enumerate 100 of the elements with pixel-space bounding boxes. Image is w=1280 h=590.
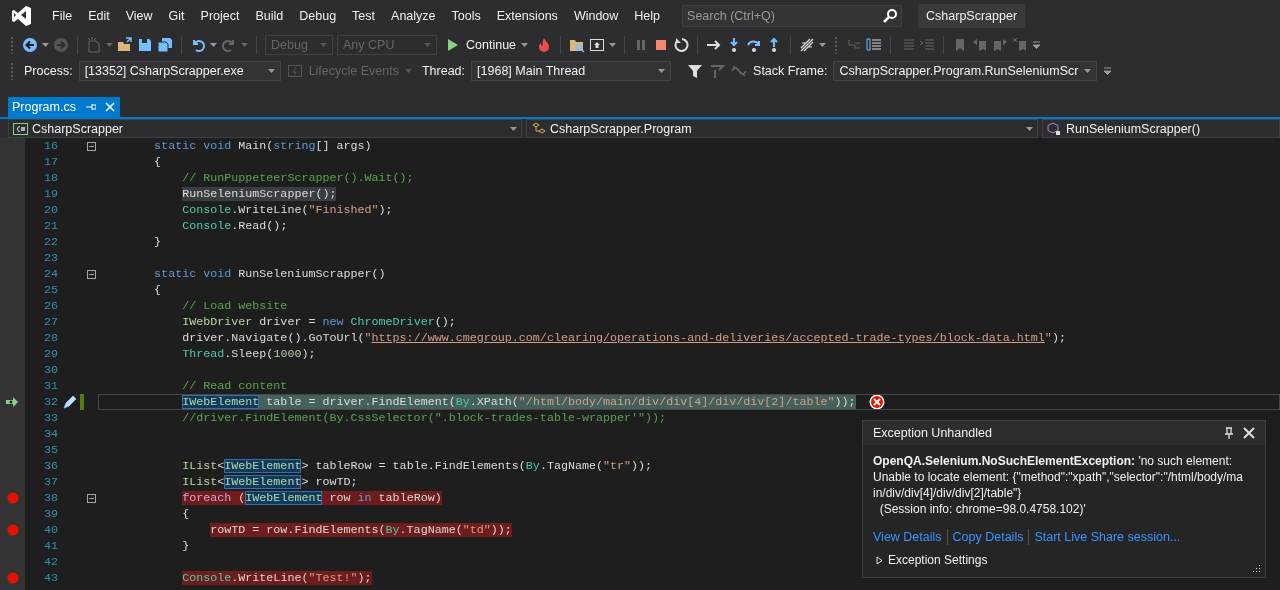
- class-icon: [531, 121, 546, 136]
- dropdown-caret-icon[interactable]: [210, 41, 217, 49]
- collapse-icon[interactable]: [86, 269, 96, 279]
- threads-icon[interactable]: [799, 37, 816, 53]
- code-line: // Read content: [181, 378, 288, 394]
- line-number: 33: [42, 411, 59, 425]
- restart-icon[interactable]: [673, 37, 690, 53]
- code-line: IList<IWebElement> rowTD;: [181, 474, 358, 490]
- process-label: Process:: [24, 64, 73, 78]
- dropdown-caret-icon[interactable]: [521, 41, 529, 49]
- process-dropdown[interactable]: [13352] CsharpScrapper.exe: [78, 61, 281, 81]
- clear-bookmarks-icon[interactable]: [1012, 37, 1029, 53]
- menu-item[interactable]: File: [44, 9, 81, 23]
- exception-settings-label[interactable]: Exception Settings: [888, 553, 988, 567]
- window-icon[interactable]: [589, 37, 606, 53]
- breakpoint-icon[interactable]: [6, 524, 19, 536]
- collapse-icon[interactable]: [86, 493, 96, 503]
- project-dropdown[interactable]: CsharpScrapper: [8, 119, 522, 138]
- popup-link[interactable]: Copy Details: [952, 530, 1024, 544]
- dropdown-caret-icon[interactable]: [819, 41, 827, 49]
- menu-item[interactable]: Help: [626, 9, 669, 23]
- line-number: 37: [42, 475, 59, 489]
- popup-link[interactable]: Start Live Share session...: [1034, 530, 1181, 544]
- dropdown-caret-icon[interactable]: [267, 67, 275, 75]
- type-dropdown[interactable]: CsharpScrapper.Program: [526, 119, 1038, 138]
- menu-item[interactable]: Extensions: [488, 9, 566, 23]
- error-icon[interactable]: [868, 394, 885, 410]
- line-number: 38: [42, 491, 59, 505]
- line-number: 34: [42, 427, 59, 441]
- menu-item[interactable]: Debug: [291, 9, 345, 23]
- undo-icon[interactable]: [190, 37, 206, 53]
- redo-icon[interactable]: [221, 37, 237, 53]
- stack-frame-dropdown[interactable]: CsharpScrapper.Program.RunSeleniumScr: [833, 61, 1098, 81]
- menu-item[interactable]: Build: [247, 9, 292, 23]
- dropdown-caret-icon[interactable]: [1026, 124, 1033, 133]
- solution-name: CsharpScrapper: [918, 4, 1026, 28]
- back-icon[interactable]: [22, 37, 38, 53]
- code-line: // Load website: [181, 298, 288, 314]
- csharp-project-icon: [13, 121, 28, 136]
- editor-tab[interactable]: Program.cs: [8, 97, 120, 117]
- resize-grip-icon[interactable]: [1250, 564, 1261, 573]
- menu-item[interactable]: Edit: [80, 9, 118, 23]
- dropdown-caret-icon[interactable]: [106, 41, 113, 49]
- dropdown-caret-icon[interactable]: [241, 41, 248, 49]
- next-bookmark-icon[interactable]: [992, 37, 1009, 53]
- menu-item[interactable]: Tools: [443, 9, 489, 23]
- popup-link[interactable]: View Details: [873, 530, 942, 544]
- collapse-icon[interactable]: [86, 141, 96, 151]
- dropdown-caret-icon[interactable]: [42, 41, 49, 49]
- breakpoint-icon[interactable]: [6, 492, 19, 504]
- dropdown-caret-icon[interactable]: [1084, 67, 1092, 75]
- line-number: 40: [42, 523, 59, 537]
- pin-icon[interactable]: [1223, 427, 1235, 439]
- menu-item[interactable]: Git: [160, 9, 193, 23]
- line-number: 22: [42, 235, 59, 249]
- step-over-icon[interactable]: [746, 37, 763, 53]
- menu-item[interactable]: Project: [192, 9, 248, 23]
- dropdown-caret-icon[interactable]: [609, 41, 617, 49]
- close-icon[interactable]: [1243, 427, 1255, 439]
- code-line: Console.WriteLine("Finished");: [181, 202, 393, 218]
- open-folder-icon[interactable]: [117, 37, 133, 53]
- line-number: 26: [42, 299, 59, 313]
- code-link[interactable]: https://www.cmegroup.com/clearing/operations-and-deliveries/accepted-trade-types/block-data.html: [371, 331, 1045, 345]
- line-number: 35: [42, 443, 59, 457]
- menu-item[interactable]: View: [117, 9, 161, 23]
- line-number: 39: [42, 507, 59, 521]
- line-number: 42: [42, 555, 59, 569]
- filter-icon[interactable]: [687, 63, 704, 79]
- dropdown-caret-icon[interactable]: [658, 67, 666, 75]
- list-icon[interactable]: [866, 37, 883, 53]
- search-field[interactable]: Search (Ctrl+Q): [682, 5, 903, 27]
- stack-frame-label: Stack Frame:: [753, 64, 828, 78]
- line-number: 43: [42, 571, 59, 585]
- code-line: {: [153, 282, 162, 298]
- popup-title: Exception Unhandled: [873, 426, 992, 440]
- save-all-icon[interactable]: [157, 37, 173, 53]
- thread-label: Thread:: [421, 64, 466, 78]
- overflow-icon[interactable]: [1032, 39, 1042, 51]
- overflow-icon[interactable]: [1103, 65, 1113, 77]
- line-number: 20: [42, 203, 59, 217]
- line-number: 36: [42, 459, 59, 473]
- expander-icon[interactable]: [875, 555, 884, 565]
- save-icon[interactable]: [137, 37, 153, 53]
- previous-bookmark-icon[interactable]: [972, 37, 989, 53]
- flag-icon[interactable]: [709, 63, 726, 79]
- continue-button[interactable]: Continue: [441, 35, 533, 55]
- new-item-icon[interactable]: [86, 37, 102, 53]
- member-dropdown[interactable]: RunSeleniumScrapper(): [1042, 119, 1280, 138]
- code-line: IList<IWebElement> tableRow = table.FindElements(By.TagName("tr"));: [181, 458, 653, 474]
- menu-item[interactable]: Window: [565, 9, 627, 23]
- line-number: 27: [42, 315, 59, 329]
- line-number: 32: [42, 395, 59, 409]
- dropdown-caret-icon[interactable]: [510, 124, 517, 133]
- thread-dropdown[interactable]: [1968] Main Thread: [471, 61, 672, 81]
- breakpoint-icon[interactable]: [6, 572, 19, 584]
- folder-search-icon[interactable]: [569, 37, 586, 53]
- close-icon[interactable]: [103, 101, 116, 113]
- menu-item[interactable]: Analyze: [383, 9, 444, 23]
- exception-arrow-icon: [4, 394, 21, 410]
- menu-item[interactable]: Test: [344, 9, 384, 23]
